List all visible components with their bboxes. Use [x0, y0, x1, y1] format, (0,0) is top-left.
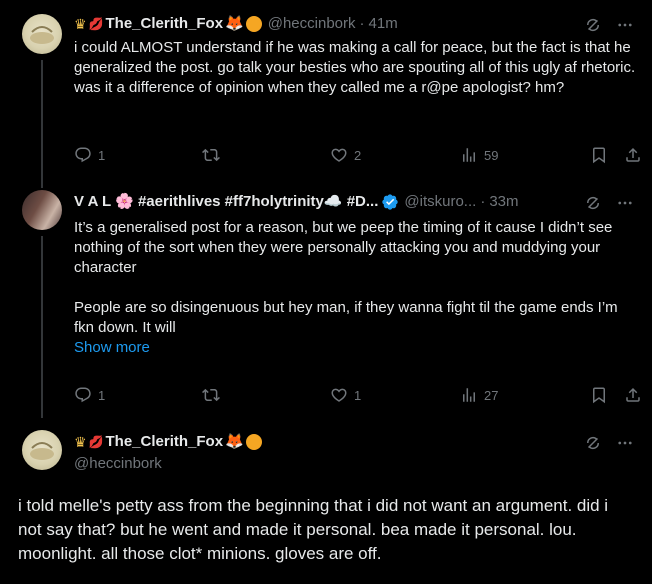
lips-icon: 💋: [88, 17, 104, 31]
timestamp[interactable]: 33m: [489, 192, 518, 212]
post-text: It’s a generalised post for a reason, bu…: [74, 218, 640, 358]
bookmark-icon: [590, 146, 608, 164]
crown-icon: ♛: [74, 16, 87, 32]
badge-icon: [245, 16, 262, 32]
thread-line: [41, 60, 43, 188]
post-header: ♛ 💋 The_Clerith_Fox 🦊 @heccinbork · 41m: [74, 14, 398, 34]
avatar[interactable]: [22, 14, 62, 54]
post-paragraph: i told melle's petty ass from the beginn…: [18, 496, 609, 563]
badge-icon: [245, 434, 262, 450]
post-3-main[interactable]: ♛ 💋 The_Clerith_Fox 🦊 @heccinbork i told…: [0, 418, 652, 584]
reply-icon: [74, 146, 92, 164]
views-icon: [460, 386, 478, 404]
repost-icon: [202, 386, 220, 404]
like-icon: [330, 146, 348, 164]
share-button[interactable]: [624, 146, 642, 164]
post-paragraph: People are so disingenuous but hey man, …: [74, 299, 618, 336]
post-1[interactable]: ♛ 💋 The_Clerith_Fox 🦊 @heccinbork · 41m …: [0, 0, 652, 188]
reply-count: 1: [98, 147, 106, 163]
crown-icon: ♛: [74, 434, 87, 450]
reply-count: 1: [98, 387, 106, 403]
repost-icon: [202, 146, 220, 164]
post-text: i could ALMOST understand if he was maki…: [74, 38, 640, 98]
grok-icon[interactable]: [584, 16, 602, 34]
bookmark-icon: [590, 386, 608, 404]
display-name[interactable]: The_Clerith_Fox: [106, 432, 224, 452]
views-count: 27: [484, 387, 499, 403]
repost-button[interactable]: [202, 146, 220, 164]
handle[interactable]: @itskuro...: [404, 192, 476, 212]
display-name[interactable]: The_Clerith_Fox: [106, 14, 224, 34]
reply-button[interactable]: 1: [74, 386, 105, 404]
share-icon: [624, 386, 642, 404]
timestamp[interactable]: 41m: [369, 14, 398, 34]
like-button[interactable]: 2: [330, 146, 361, 164]
post-text: i told melle's petty ass from the beginn…: [18, 494, 634, 566]
views-button[interactable]: 27: [460, 386, 498, 404]
share-icon: [624, 146, 642, 164]
grok-icon[interactable]: [584, 194, 602, 212]
reply-button[interactable]: 1: [74, 146, 105, 164]
post-top-icons: [584, 194, 634, 212]
bookmark-button[interactable]: [590, 386, 608, 404]
fox-icon: 🦊: [225, 15, 244, 32]
share-button[interactable]: [624, 386, 642, 404]
post-header: ♛ 💋 The_Clerith_Fox 🦊: [74, 432, 262, 452]
reply-icon: [74, 386, 92, 404]
show-more-link[interactable]: Show more: [74, 339, 150, 356]
grok-icon[interactable]: [584, 434, 602, 452]
post-top-icons: [584, 16, 634, 34]
lips-icon: 💋: [88, 435, 104, 449]
views-count: 59: [484, 147, 499, 163]
like-count: 1: [354, 387, 362, 403]
repost-button[interactable]: [202, 386, 220, 404]
views-button[interactable]: 59: [460, 146, 498, 164]
verified-icon: [382, 194, 399, 210]
dot-separator: ·: [480, 193, 486, 210]
post-top-icons: [584, 434, 634, 452]
dot-separator: ·: [359, 15, 365, 32]
post-header: V A L 🌸 #aerithlives #ff7holytrinity☁️ #…: [74, 192, 519, 212]
more-icon[interactable]: [616, 434, 634, 452]
like-button[interactable]: 1: [330, 386, 361, 404]
handle[interactable]: @heccinbork: [74, 454, 162, 474]
fox-icon: 🦊: [225, 433, 244, 450]
action-bar: 1 1 27: [74, 386, 640, 406]
views-icon: [460, 146, 478, 164]
avatar[interactable]: [22, 190, 62, 230]
like-icon: [330, 386, 348, 404]
handle[interactable]: @heccinbork: [268, 14, 356, 34]
avatar[interactable]: [22, 430, 62, 470]
like-count: 2: [354, 147, 362, 163]
more-icon[interactable]: [616, 16, 634, 34]
more-icon[interactable]: [616, 194, 634, 212]
bookmark-button[interactable]: [590, 146, 608, 164]
action-bar: 1 2 59: [74, 146, 640, 166]
post-2[interactable]: V A L 🌸 #aerithlives #ff7holytrinity☁️ #…: [0, 180, 652, 418]
thread-line: [41, 236, 43, 418]
post-paragraph: i could ALMOST understand if he was maki…: [74, 39, 636, 96]
display-name[interactable]: V A L 🌸 #aerithlives #ff7holytrinity☁️ #…: [74, 192, 378, 212]
post-paragraph: It’s a generalised post for a reason, bu…: [74, 219, 613, 276]
